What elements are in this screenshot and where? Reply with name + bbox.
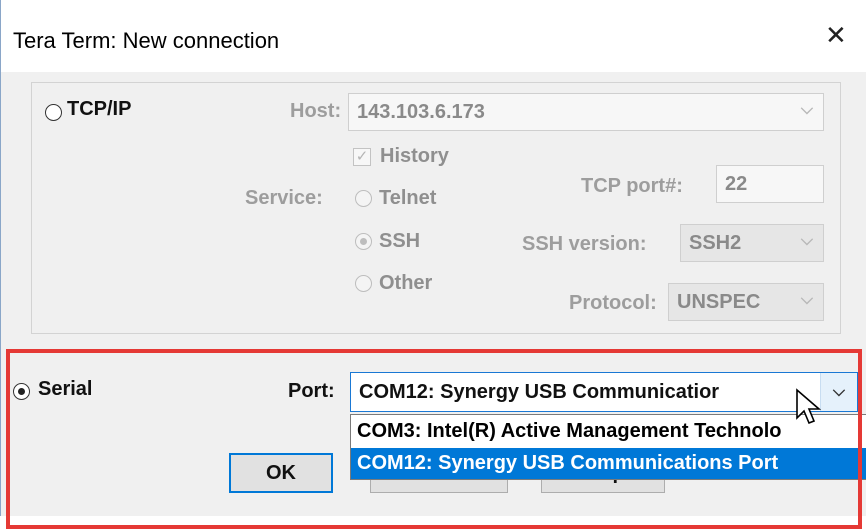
dialog-window: Tera Term: New connection ✕ TCP/IP Host:… <box>0 0 866 529</box>
history-label: History <box>380 145 449 167</box>
tcpip-label: TCP/IP <box>67 98 132 120</box>
port-dropdown-list[interactable]: COM3: Intel(R) Active Management Technol… <box>350 414 866 480</box>
chevron-down-icon[interactable]: ⌵ <box>820 373 857 411</box>
chevron-down-icon: ⌵ <box>800 291 813 308</box>
chevron-down-icon: ⌵ <box>800 101 813 118</box>
ok-button[interactable]: OK <box>229 453 333 493</box>
tcpip-radio[interactable] <box>45 104 62 121</box>
serial-label: Serial <box>38 378 93 400</box>
history-checkbox[interactable]: ✓ <box>353 148 371 166</box>
host-combobox[interactable]: 143.103.6.173 ⌵ <box>348 93 824 131</box>
host-value: 143.103.6.173 <box>357 101 485 123</box>
other-radio[interactable] <box>355 275 372 292</box>
host-label: Host: <box>290 100 342 122</box>
protocol-select[interactable]: UNSPEC ⌵ <box>668 283 824 321</box>
tcp-port-label: TCP port#: <box>581 175 683 197</box>
ssh-version-select[interactable]: SSH2 ⌵ <box>680 224 824 262</box>
ssh-version-value: SSH2 <box>689 232 742 254</box>
title-bar: Tera Term: New connection ✕ <box>1 0 866 72</box>
telnet-radio[interactable] <box>355 190 372 207</box>
dropdown-option[interactable]: COM3: Intel(R) Active Management Technol… <box>351 416 866 447</box>
telnet-label: Telnet <box>379 187 437 209</box>
tcp-port-value: 22 <box>725 173 748 195</box>
service-label: Service: <box>245 187 323 209</box>
protocol-label: Protocol: <box>569 292 657 314</box>
other-label: Other <box>379 272 433 294</box>
tcp-port-field[interactable]: 22 <box>716 165 824 203</box>
window-title: Tera Term: New connection <box>13 28 280 53</box>
protocol-value: UNSPEC <box>677 291 761 313</box>
close-icon[interactable]: ✕ <box>825 22 847 48</box>
chevron-down-icon: ⌵ <box>800 232 813 249</box>
cursor-icon <box>796 388 822 425</box>
ssh-radio[interactable] <box>355 233 372 250</box>
ssh-version-label: SSH version: <box>522 233 647 255</box>
port-value: COM12: Synergy USB Communicatior <box>359 381 720 403</box>
serial-radio[interactable] <box>13 383 30 400</box>
port-combobox[interactable]: COM12: Synergy USB Communicatior ⌵ <box>350 372 858 412</box>
ssh-label: SSH <box>379 230 421 252</box>
port-label: Port: <box>288 380 335 402</box>
dropdown-option-selected[interactable]: COM12: Synergy USB Communications Port <box>351 448 866 479</box>
